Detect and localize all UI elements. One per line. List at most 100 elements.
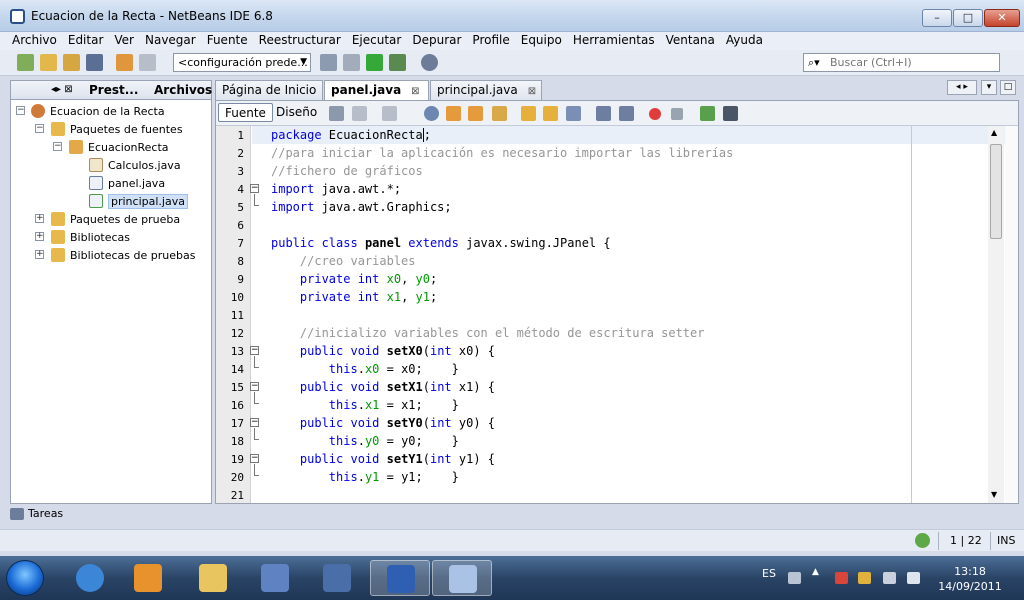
collapse-icon[interactable]: − <box>35 124 44 133</box>
scroll-thumb[interactable] <box>990 144 1002 239</box>
clock[interactable]: 13:18 14/09/2011 <box>930 564 1010 594</box>
menu-ver[interactable]: Ver <box>106 32 138 47</box>
fold-collapse-icon[interactable]: − <box>250 382 259 391</box>
tree-package[interactable]: EcuacionRecta <box>69 138 169 156</box>
battery-icon[interactable] <box>883 572 896 584</box>
next-bookmark-icon[interactable] <box>543 106 558 121</box>
fold-collapse-icon[interactable]: − <box>250 454 259 463</box>
collapse-icon[interactable]: − <box>16 106 25 115</box>
menu-navegar[interactable]: Navegar <box>137 32 200 47</box>
scroll-tabs-icon[interactable]: ◂ ▸ <box>947 80 977 95</box>
find-next-icon[interactable] <box>468 106 483 121</box>
start-macro-icon[interactable] <box>649 108 661 120</box>
search-input[interactable] <box>830 55 995 70</box>
source-view-button[interactable]: Fuente <box>218 103 273 122</box>
show-hidden-icons[interactable]: ▲ <box>812 567 819 577</box>
taskbar-netbeans[interactable] <box>432 560 492 596</box>
tab-list-icon[interactable]: ▾ <box>981 80 997 95</box>
tree-source-packages[interactable]: Paquetes de fuentes <box>51 120 183 138</box>
tab-panel-java[interactable]: panel.java ⊠ <box>324 80 429 100</box>
taskbar-network[interactable] <box>307 560 367 596</box>
fold-collapse-icon[interactable]: − <box>250 346 259 355</box>
new-file-icon[interactable] <box>17 54 34 71</box>
open-project-icon[interactable] <box>63 54 80 71</box>
taskbar-word[interactable] <box>370 560 430 596</box>
tab-projects[interactable]: Prest... <box>89 83 138 97</box>
design-view-button[interactable]: Diseño <box>270 103 323 122</box>
uncomment-icon[interactable] <box>723 106 738 121</box>
taskbar-media[interactable] <box>118 560 178 596</box>
tree-test-packages[interactable]: Paquetes de prueba <box>51 210 180 228</box>
build-icon[interactable] <box>343 54 360 71</box>
fold-collapse-icon[interactable]: − <box>250 184 259 193</box>
comment-icon[interactable] <box>700 106 715 121</box>
taskbar-ie[interactable] <box>60 560 120 596</box>
network-signal-icon[interactable] <box>858 572 871 584</box>
previous-bookmark-icon[interactable] <box>521 106 536 121</box>
taskbar-paint[interactable] <box>245 560 305 596</box>
forward-icon[interactable] <box>382 106 397 121</box>
tree-libraries[interactable]: Bibliotecas <box>51 228 130 246</box>
toggle-bookmark-icon[interactable] <box>566 106 581 121</box>
debug-icon[interactable] <box>389 54 406 71</box>
maximize-editor-icon[interactable]: □ <box>1000 80 1016 95</box>
tree-project[interactable]: Ecuacion de la Recta <box>31 102 165 120</box>
shift-right-icon[interactable] <box>619 106 634 121</box>
find-previous-icon[interactable] <box>446 106 461 121</box>
tasks-button[interactable]: Tareas <box>10 507 310 525</box>
profile-icon[interactable] <box>421 54 438 71</box>
new-project-icon[interactable] <box>40 54 57 71</box>
clean-build-icon[interactable] <box>320 54 337 71</box>
run-icon[interactable] <box>366 54 383 71</box>
update-icon[interactable] <box>915 533 930 548</box>
start-button[interactable] <box>6 560 44 596</box>
menu-herramientas[interactable]: Herramientas <box>565 32 659 47</box>
panel-nav-icon[interactable]: ◂▸ ⊠ <box>51 84 73 95</box>
maximize-button[interactable]: □ <box>953 9 983 27</box>
tab-principal-java[interactable]: principal.java ⊠ <box>430 80 542 100</box>
menu-fuente[interactable]: Fuente <box>199 32 252 47</box>
find-icon[interactable] <box>424 106 439 121</box>
tab-files[interactable]: Archivos <box>154 83 212 97</box>
menu-equipo[interactable]: Equipo <box>513 32 566 47</box>
toggle-highlight-icon[interactable] <box>492 106 507 121</box>
expand-icon[interactable]: + <box>35 214 44 223</box>
close-tab-icon[interactable]: ⊠ <box>528 86 536 97</box>
configuration-select[interactable]: <configuración prede... ▼ <box>173 53 311 72</box>
tree-file-calculos[interactable]: Calculos.java <box>89 156 181 174</box>
stop-macro-icon[interactable] <box>671 108 683 120</box>
close-tab-icon[interactable]: ⊠ <box>411 86 419 97</box>
code-area[interactable]: package EcuacionRecta​; //para iniciar la… <box>216 126 1018 503</box>
tab-start-page[interactable]: Página de Inicio⊠ <box>215 80 335 100</box>
tree-file-principal[interactable]: principal.java <box>89 192 188 210</box>
redo-icon[interactable] <box>139 54 156 71</box>
volume-icon[interactable] <box>907 572 920 584</box>
back-icon[interactable] <box>352 106 367 121</box>
menu-archivo[interactable]: Archivo <box>0 32 61 47</box>
fold-collapse-icon[interactable]: − <box>250 418 259 427</box>
menu-depurar[interactable]: Depurar <box>404 32 465 47</box>
menu-ventana[interactable]: Ventana <box>658 32 719 47</box>
menu-ayuda[interactable]: Ayuda <box>718 32 767 47</box>
scroll-up-icon[interactable]: ▲ <box>991 128 997 137</box>
vertical-scrollbar[interactable]: ▲ ▼ <box>988 126 1004 503</box>
language-indicator[interactable]: ES <box>762 567 776 580</box>
save-all-icon[interactable] <box>86 54 103 71</box>
history-icon[interactable] <box>329 106 344 121</box>
action-center-icon[interactable] <box>835 572 848 584</box>
collapse-icon[interactable]: − <box>53 142 62 151</box>
menu-reestructurar[interactable]: Reestructurar <box>251 32 345 47</box>
keyboard-icon[interactable] <box>788 572 801 584</box>
undo-icon[interactable] <box>116 54 133 71</box>
scroll-down-icon[interactable]: ▼ <box>991 490 997 499</box>
menu-profile[interactable]: Profile <box>464 32 513 47</box>
shift-left-icon[interactable] <box>596 106 611 121</box>
minimize-button[interactable]: – <box>922 9 952 27</box>
tree-file-panel[interactable]: panel.java <box>89 174 165 192</box>
taskbar-explorer[interactable] <box>183 560 243 596</box>
close-button[interactable]: ✕ <box>984 9 1020 27</box>
expand-icon[interactable]: + <box>35 250 44 259</box>
menu-editar[interactable]: Editar <box>60 32 108 47</box>
expand-icon[interactable]: + <box>35 232 44 241</box>
tree-test-libraries[interactable]: Bibliotecas de pruebas <box>51 246 195 264</box>
